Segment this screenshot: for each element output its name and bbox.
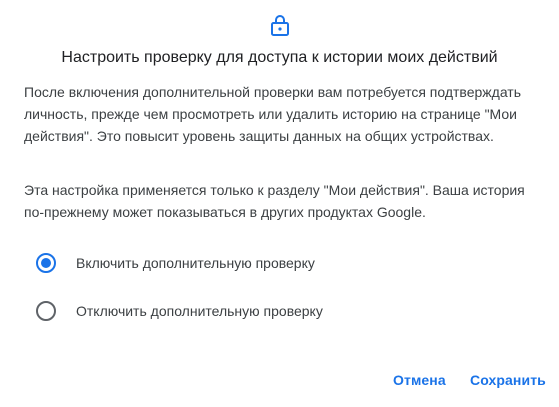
- radio-label-disable[interactable]: Отключить дополнительную проверку: [76, 303, 323, 319]
- description-paragraph: После включения дополнительной проверки …: [24, 84, 521, 144]
- verification-dialog: Настроить проверку для доступа к истории…: [0, 0, 559, 407]
- cancel-button[interactable]: Отмена: [393, 372, 446, 388]
- radio-option-disable[interactable]: Отключить дополнительную проверку: [36, 299, 323, 323]
- radio-label-enable[interactable]: Включить дополнительную проверку: [76, 255, 315, 271]
- lock-icon: [271, 15, 289, 36]
- radio-button-enable[interactable]: [36, 253, 56, 273]
- radio-selected-dot: [41, 258, 51, 268]
- dialog-title: Настроить проверку для доступа к истории…: [61, 49, 498, 66]
- radio-button-disable[interactable]: [36, 301, 56, 321]
- radio-option-enable[interactable]: Включить дополнительную проверку: [36, 251, 315, 275]
- save-button[interactable]: Сохранить: [470, 372, 546, 388]
- scope-note-paragraph: Эта настройка применяется только к разде…: [24, 182, 525, 220]
